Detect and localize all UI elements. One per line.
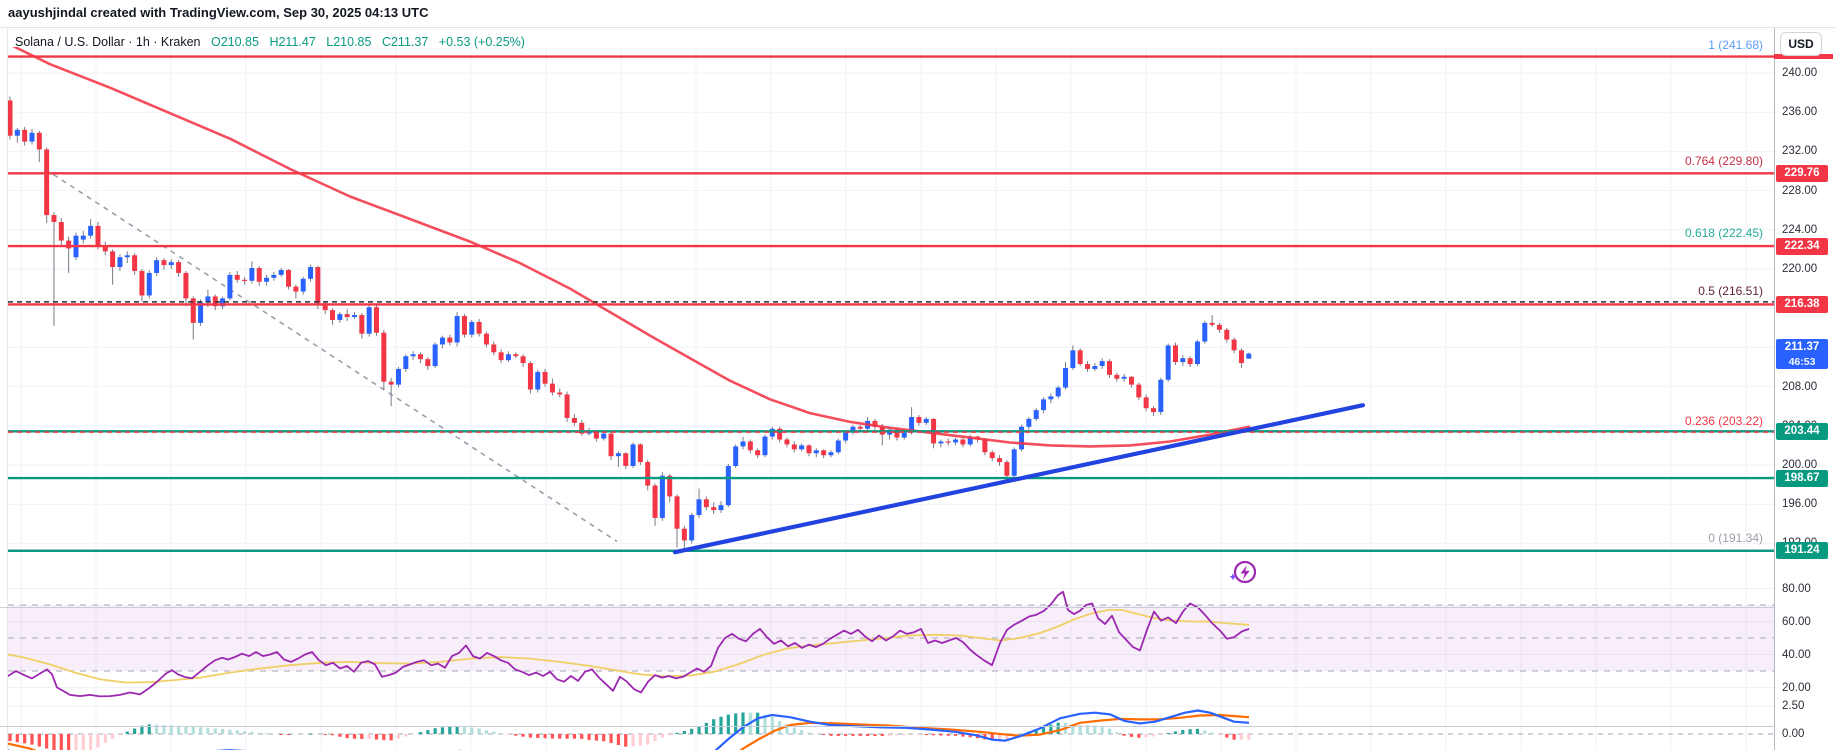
downtrend-dashed-line [44, 168, 618, 543]
macd-pane [8, 709, 1774, 750]
level-badge-222.34: 222.34 [1776, 237, 1828, 255]
horizontal-levels [8, 55, 1774, 553]
tradingview-screenshot: aayushjindal created with TradingView.co… [0, 0, 1835, 750]
price-tick-196: 196.00 [1782, 498, 1818, 511]
fib-label-0.618: 0.618 (222.45) [1684, 225, 1763, 240]
pane-separator-rsi[interactable] [0, 606, 1835, 608]
fib-label-0.5: 0.5 (216.51) [1698, 284, 1763, 299]
price-change: +0.53 (+0.25%) [438, 35, 525, 49]
level-badge-198.67: 198.67 [1776, 469, 1828, 487]
level-badge-216.38: 216.38 [1776, 295, 1828, 313]
rsi-tick-20: 20.00 [1782, 681, 1811, 694]
chart-plot-area[interactable]: 1 (241.68) 0.764 (229.80) 0.618 (222.45) 0.… [0, 28, 1774, 750]
price-axis[interactable]: USD 240.00 236.00 232.00 228.00 224.00 220.00… [1774, 28, 1835, 750]
fib-label-0: 0 (191.34) [1708, 530, 1763, 545]
macd-tick-0: 0.00 [1782, 728, 1805, 740]
countdown-timer: 46:53 [1788, 355, 1816, 368]
price-tick-236: 236.00 [1782, 106, 1818, 119]
price-tick-208: 208.00 [1782, 380, 1818, 393]
ohlc-open: O210.85 [210, 35, 259, 49]
price-pane [8, 47, 1774, 555]
ohlc-close: C211.37 [381, 35, 429, 49]
pane-separator-macd[interactable] [0, 725, 1835, 727]
rsi-tick-60: 60.00 [1782, 615, 1811, 628]
last-price-badge-211.37: 211.37 46:53 [1776, 338, 1828, 369]
rsi-tick-40: 40.00 [1782, 648, 1811, 661]
macd-tick-2.5: 2.50 [1782, 700, 1805, 712]
price-tick-240: 240.00 [1782, 67, 1818, 79]
level-badge-203.44: 203.44 [1776, 422, 1828, 440]
symbol-legend: Solana / U.S. Dollar · 1h · Kraken O210.… [15, 35, 525, 49]
fib-label-0.236: 0.236 (203.22) [1684, 414, 1763, 429]
price-tick-220: 220.00 [1782, 263, 1818, 275]
ohlc-high: H211.47 [269, 35, 316, 49]
chart-widget[interactable]: Solana / U.S. Dollar · 1h · Kraken O210.… [0, 27, 1835, 750]
symbol-title: Solana / U.S. Dollar · 1h · Kraken [15, 35, 201, 49]
attribution-text: aayushjindal created with TradingView.co… [8, 5, 429, 20]
level-badge-191.24: 191.24 [1776, 542, 1828, 560]
chart-canvas [8, 47, 1774, 750]
rsi-tick-80: 80.00 [1782, 582, 1811, 595]
level-badge-229.76: 229.76 [1776, 164, 1828, 182]
fib-label-0.764: 0.764 (229.80) [1684, 153, 1763, 168]
fib-label-1: 1 (241.68) [1708, 37, 1763, 52]
price-tick-232: 232.00 [1782, 145, 1818, 158]
currency-toggle-button[interactable]: USD [1780, 32, 1822, 56]
price-tick-224: 224.00 [1782, 223, 1818, 236]
price-tick-228: 228.00 [1782, 184, 1818, 197]
ohlc-low: L210.85 [326, 35, 372, 49]
tv-flash-icon [1229, 560, 1257, 584]
